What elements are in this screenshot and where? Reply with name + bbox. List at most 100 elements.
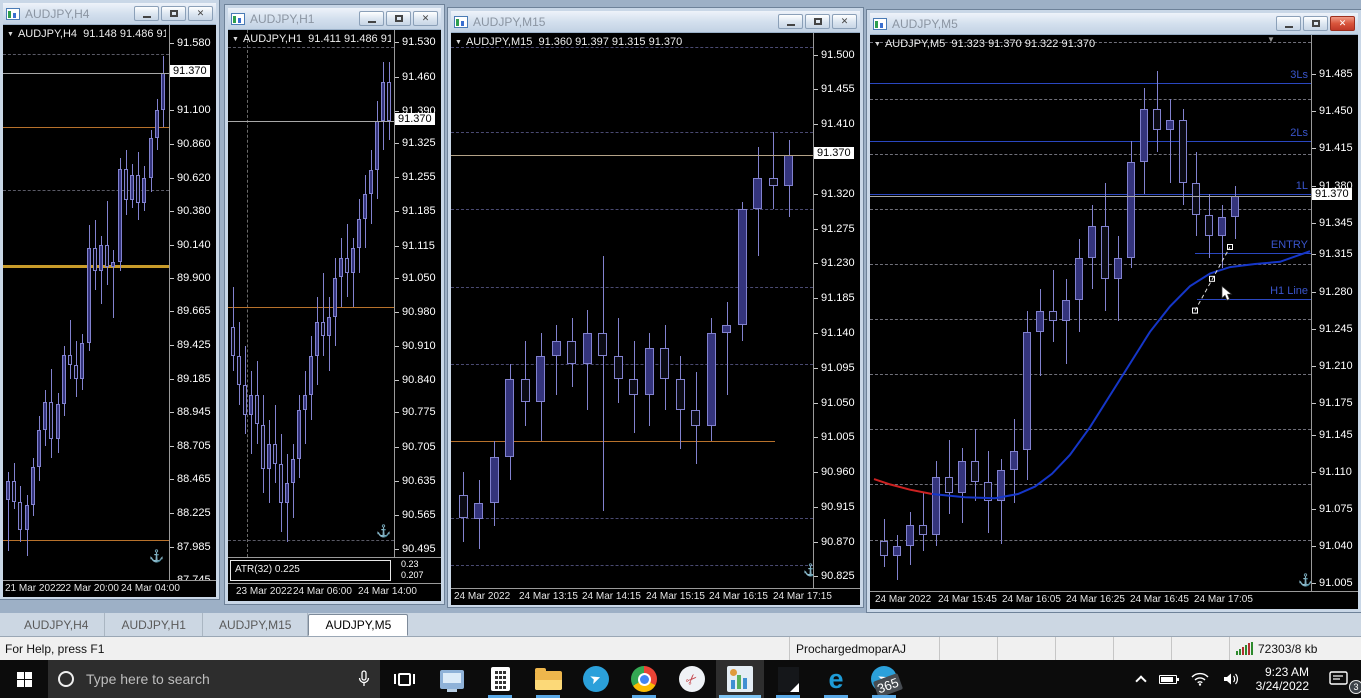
minimize-button[interactable] [1276, 16, 1301, 31]
candle-body [142, 177, 146, 203]
taskbar-app-file-explorer[interactable] [524, 660, 572, 698]
window-titlebar[interactable]: AUDJPY,M5 ✕ [870, 13, 1358, 35]
candle-body [1062, 300, 1070, 322]
notification-center-button[interactable]: 3 [1317, 660, 1361, 698]
price-tick [170, 512, 174, 514]
price-tick [395, 277, 399, 279]
time-axis[interactable]: 21 Mar 2022 22 Mar 20:00 24 Mar 04:00 [3, 581, 216, 597]
price-tick-label: 91.050 [402, 271, 436, 284]
candle-body [1218, 217, 1226, 237]
price-tick [814, 402, 818, 404]
candle-body [357, 218, 361, 249]
tab-audjpy-m15[interactable]: AUDJPY,M15 [203, 613, 309, 636]
taskbar-app-calculator[interactable] [476, 660, 524, 698]
restore-button[interactable] [386, 11, 411, 26]
price-tick [170, 311, 174, 313]
window-titlebar[interactable]: AUDJPY,H1 ✕ [228, 8, 441, 30]
chart-area[interactable]: 3Ls 2Ls 1L ENTRY H1 Line ⚓ ▼ 91.485 91.450 91.41… [870, 35, 1358, 608]
tray-battery[interactable] [1152, 660, 1184, 698]
bid-price-line [228, 120, 394, 122]
time-axis[interactable]: 23 Mar 2022 24 Mar 06:00 24 Mar 14:00 [228, 584, 441, 600]
window-titlebar[interactable]: AUDJPY,H4 ✕ [3, 3, 216, 25]
taskbar-app-telegram-365[interactable]: ➤365 [860, 660, 908, 698]
chart-area[interactable]: ⚓ 91.580 91.100 90.860 90.620 90.380 90.140 89… [3, 25, 216, 597]
candle-body [880, 540, 888, 557]
taskbar-app-edge[interactable]: e [812, 660, 860, 698]
minimize-button[interactable] [359, 11, 384, 26]
connection-status[interactable]: 72303/8 kb [1229, 637, 1361, 660]
plot-area[interactable]: ⚓ [451, 33, 814, 588]
price-axis[interactable]: 91.500 91.455 91.410 91.320 91.275 91.230 91.1… [814, 33, 860, 588]
tab-audjpy-m5[interactable]: AUDJPY,M5 [308, 614, 409, 636]
search-input[interactable]: Type here to search [48, 660, 380, 698]
candle-wick [107, 201, 108, 286]
start-button[interactable] [0, 660, 48, 698]
candle-body [321, 321, 325, 337]
symbol-dropdown-icon[interactable]: ▼ [7, 31, 14, 38]
price-tick-label: 90.380 [177, 205, 211, 218]
time-label: 24 Mar 04:00 [121, 583, 180, 594]
time-label: 24 Mar 17:15 [773, 591, 832, 602]
grid-line [870, 208, 1311, 210]
candle-body [243, 385, 247, 415]
close-button[interactable]: ✕ [1330, 16, 1355, 31]
minimize-button[interactable] [778, 14, 803, 29]
window-titlebar[interactable]: AUDJPY,M15 ✕ [451, 11, 860, 33]
candle-body [237, 355, 241, 386]
plot-area[interactable]: ⚓ [228, 30, 395, 557]
time-axis[interactable]: 24 Mar 2022 24 Mar 15:45 24 Mar 16:05 24 Ma… [870, 592, 1358, 608]
close-button[interactable]: ✕ [832, 14, 857, 29]
price-axis[interactable]: 91.530 91.460 91.390 91.325 91.255 91.185 91.1… [395, 30, 441, 557]
taskbar-app-monitor[interactable] [428, 660, 476, 698]
taskbar-app-telegram[interactable]: ➤ [572, 660, 620, 698]
symbol-dropdown-icon[interactable]: ▼ [455, 39, 462, 46]
taskbar-app-chrome[interactable] [620, 660, 668, 698]
minimize-button[interactable] [134, 6, 159, 21]
chart-area[interactable]: ⚓ 91.50091.45591.41091.32091.27591.23091… [451, 33, 860, 605]
taskbar-app-snipping-tool[interactable]: ✂ [668, 660, 716, 698]
price-tick-label: 90.565 [402, 509, 436, 522]
candle-wick [603, 255, 604, 511]
speaker-icon [1223, 673, 1238, 685]
candle-body [1231, 196, 1239, 218]
bid-price-line [3, 72, 169, 74]
time-axis[interactable]: 24 Mar 2022 24 Mar 13:15 24 Mar 14:15 24 Ma… [451, 589, 860, 605]
plot-area[interactable]: ⚓ [3, 25, 170, 580]
restore-button[interactable] [161, 6, 186, 21]
connection-bars-icon [1236, 642, 1253, 655]
tray-clock[interactable]: 9:23 AM 3/24/2022 [1248, 660, 1317, 698]
taskbar-app-metatrader[interactable] [716, 660, 764, 698]
tray-expand-button[interactable] [1130, 660, 1152, 698]
plot-area[interactable]: 3Ls 2Ls 1L ENTRY H1 Line ⚓ ▼ [870, 35, 1312, 591]
candle-body [945, 477, 953, 493]
grid-line [451, 131, 813, 133]
price-axis[interactable]: 91.580 91.100 90.860 90.620 90.380 90.140 89.9… [170, 25, 216, 580]
symbol-dropdown-icon[interactable]: ▼ [874, 41, 881, 48]
close-button[interactable]: ✕ [188, 6, 213, 21]
task-view-button[interactable] [380, 660, 428, 698]
time-label: 24 Mar 06:00 [293, 586, 352, 597]
file-explorer-icon [534, 668, 562, 690]
tray-volume[interactable] [1216, 660, 1248, 698]
chart-area[interactable]: ⚓ 91.530 91.460 91.390 91.325 91.255 91.185 91… [228, 30, 441, 600]
tab-audjpy-h4[interactable]: AUDJPY,H4 [8, 613, 106, 636]
grid-line [870, 429, 1311, 431]
atr-indicator-pane[interactable]: ATR(32) 0.225 0.23 0.207 [228, 558, 441, 584]
symbol-dropdown-icon[interactable]: ▼ [232, 36, 239, 43]
chart-document-icon [6, 7, 20, 20]
tab-audjpy-h1[interactable]: AUDJPY,H1 [105, 613, 203, 636]
chart-tab-bar: AUDJPY,H4 AUDJPY,H1 AUDJPY,M15 AUDJPY,M5 [0, 613, 1361, 637]
restore-button[interactable] [1303, 16, 1328, 31]
taskbar-app-notepad[interactable] [764, 660, 812, 698]
close-button[interactable]: ✕ [413, 11, 438, 26]
price-tick-label: 91.455 [821, 83, 855, 96]
tray-wifi[interactable] [1184, 660, 1216, 698]
price-axis[interactable]: 91.485 91.450 91.415 91.380 91.345 91.315 91.2… [1312, 35, 1358, 591]
candle-wick [1222, 204, 1223, 269]
restore-button[interactable] [805, 14, 830, 29]
microphone-icon[interactable] [358, 670, 370, 688]
candle-body [459, 495, 468, 519]
candle-body [919, 524, 927, 536]
level-label: 1L [1295, 180, 1308, 192]
price-tick [395, 346, 399, 348]
